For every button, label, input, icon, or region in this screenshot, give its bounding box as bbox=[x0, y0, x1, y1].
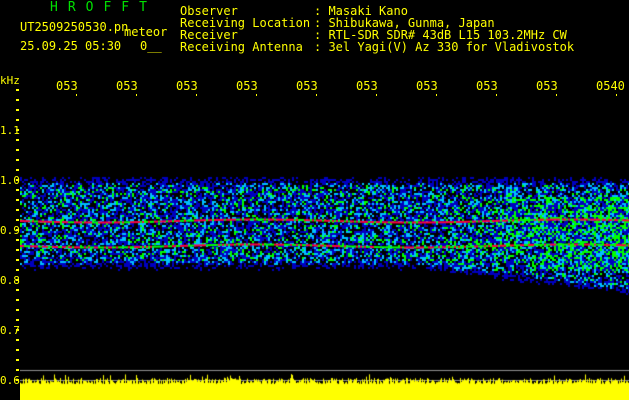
x-tick-mark bbox=[316, 94, 317, 96]
x-tick-label: 0539 bbox=[536, 80, 557, 92]
y-tick-mark bbox=[16, 149, 19, 151]
y-tick-mark bbox=[16, 349, 19, 351]
x-tick-mark bbox=[256, 94, 257, 96]
y-tick-mark bbox=[16, 239, 19, 241]
y-tick-mark bbox=[16, 359, 19, 361]
y-tick-mark bbox=[16, 259, 19, 261]
x-tick-label: 0531 bbox=[56, 80, 77, 92]
y-tick-mark bbox=[16, 379, 19, 381]
x-tick-label: 0538 bbox=[476, 80, 497, 92]
x-tick-label: 0536 bbox=[356, 80, 377, 92]
filename: UT2509250530.pn bbox=[20, 20, 129, 34]
datetime: 25.09.25 05:30 bbox=[20, 39, 122, 53]
y-tick-mark bbox=[16, 299, 19, 301]
y-tick-mark bbox=[16, 169, 19, 171]
antenna-value: : 3el Yagi(V) Az 330 for Vladivostok bbox=[314, 40, 575, 54]
y-tick-mark bbox=[16, 329, 19, 331]
y-tick-mark bbox=[16, 279, 19, 281]
x-tick-mark bbox=[616, 94, 617, 96]
x-tick-mark bbox=[136, 94, 137, 96]
x-tick-label: 0535 bbox=[296, 80, 317, 92]
y-tick-mark bbox=[16, 309, 19, 311]
y-tick-mark bbox=[16, 189, 19, 191]
x-tick-label: 0532 bbox=[116, 80, 137, 92]
x-tick-mark bbox=[496, 94, 497, 96]
y-tick-mark bbox=[16, 289, 19, 291]
y-tick-mark bbox=[16, 159, 19, 161]
y-tick-mark bbox=[16, 119, 19, 121]
y-tick-mark bbox=[16, 179, 19, 181]
y-tick-mark bbox=[16, 219, 19, 221]
x-tick-label: 0540 bbox=[596, 80, 625, 92]
y-tick-mark bbox=[16, 369, 19, 371]
x-tick-label: 0534 bbox=[236, 80, 257, 92]
x-tick-mark bbox=[76, 94, 77, 96]
y-tick-mark bbox=[16, 139, 19, 141]
mode-label: meteor bbox=[124, 25, 168, 39]
y-tick-mark bbox=[16, 229, 19, 231]
y-tick-mark bbox=[16, 109, 19, 111]
antenna-label: Receiving Antenna bbox=[180, 40, 303, 54]
x-tick-mark bbox=[556, 94, 557, 96]
x-tick-mark bbox=[196, 94, 197, 96]
x-tick-label: 0533 bbox=[176, 80, 197, 92]
x-tick-mark bbox=[376, 94, 377, 96]
y-tick-mark bbox=[16, 249, 19, 251]
y-tick-mark bbox=[16, 129, 19, 131]
y-tick-mark bbox=[16, 99, 19, 101]
spectrogram bbox=[20, 98, 629, 400]
y-tick-mark bbox=[16, 269, 19, 271]
y-tick-mark bbox=[16, 319, 19, 321]
y-tick-mark bbox=[16, 339, 19, 341]
x-tick-label: 0537 bbox=[416, 80, 437, 92]
y-tick-mark bbox=[16, 89, 19, 91]
y-tick-mark bbox=[16, 199, 19, 201]
y-tick-mark bbox=[16, 209, 19, 211]
code-label: 0__ bbox=[140, 39, 162, 53]
y-axis-label: kHz bbox=[0, 74, 20, 87]
x-tick-mark bbox=[436, 94, 437, 96]
app-title: HROFFT bbox=[50, 0, 157, 15]
